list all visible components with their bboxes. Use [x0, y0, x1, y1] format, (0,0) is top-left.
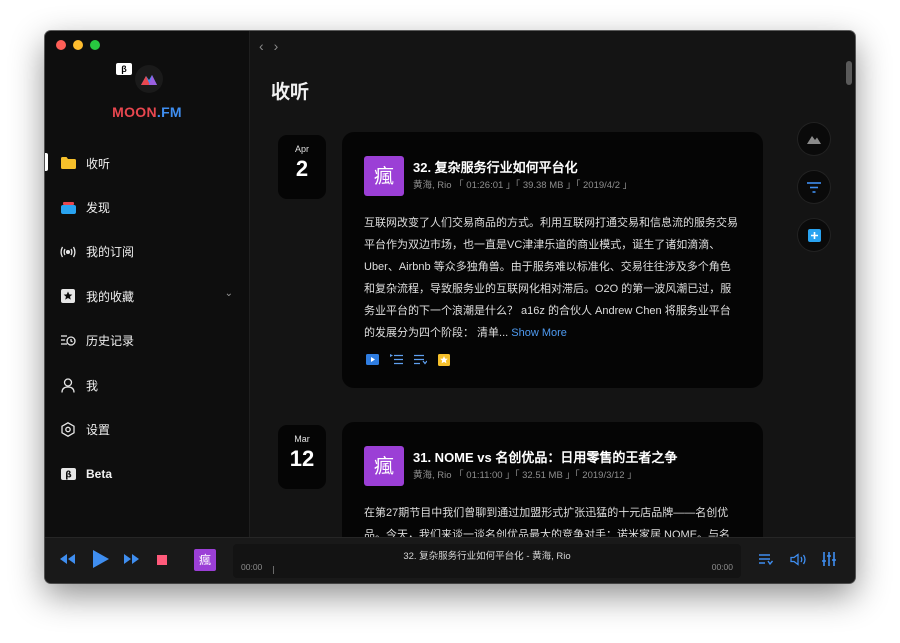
moonfm-logo-icon [135, 65, 163, 93]
now-playing-panel: 32. 复杂服务行业如何平台化 - 黄海, Rio 00:00 00:00 [233, 544, 741, 578]
discover-icon [59, 199, 77, 217]
sidebar-item-settings[interactable]: 设置 [45, 407, 249, 451]
star-icon [59, 287, 77, 305]
main-content: ‹ › 收听 Apr 2 瘋 32. 复杂服务行业如何平台化 黄海, Rio 「… [250, 31, 855, 537]
fast-forward-icon [124, 554, 139, 564]
sidebar-item-label: 设置 [86, 423, 111, 438]
app-logo-text: MOON.FM [45, 104, 249, 120]
current-time: 00:00 [241, 562, 263, 572]
sidebar-item-label: Beta [86, 466, 113, 481]
sidebar: β MOON.FM 收听 发现 我的订阅 我的收藏 ⌄ 历史记录 我 设置 β … [45, 31, 250, 537]
mountain-icon [807, 136, 821, 144]
broadcast-icon [59, 243, 77, 261]
sidebar-item-me[interactable]: 我 [45, 363, 249, 407]
date-month: Mar [294, 434, 310, 444]
sidebar-item-label: 我的订阅 [86, 245, 135, 260]
add-icon [807, 228, 821, 242]
forward-arrow-icon[interactable]: › [274, 38, 279, 54]
sidebar-item-subscriptions[interactable]: 我的订阅 [45, 230, 249, 274]
sidebar-item-label: 我 [86, 378, 99, 393]
history-nav: ‹ › [259, 38, 278, 54]
player-bar: 瘋 32. 复杂服务行业如何平台化 - 黄海, Rio 00:00 00:00 [45, 537, 855, 583]
window-controls [56, 40, 100, 50]
mountain-icon-button[interactable] [798, 123, 830, 155]
date-month: Apr [294, 144, 309, 154]
logo-moon: MOON [112, 104, 157, 120]
episode-meta: 黄海, Rio 「 01:26:01 」「 39.38 MB 」「 2019/4… [413, 180, 633, 191]
beta-icon: β [59, 465, 77, 483]
sidebar-nav: 收听 发现 我的订阅 我的收藏 ⌄ 历史记录 我 设置 β Beta [45, 141, 249, 496]
svg-text:β: β [65, 470, 72, 480]
chevron-down-icon[interactable]: ⌄ [225, 288, 233, 299]
history-icon [59, 332, 77, 350]
user-icon [59, 376, 77, 394]
show-more-link[interactable]: Show More [511, 327, 567, 339]
now-playing-cover[interactable]: 瘋 [194, 549, 216, 571]
minimize-window-button[interactable] [73, 40, 83, 50]
episode-actions [366, 354, 451, 366]
episode-title[interactable]: 31. NOME vs 名创优品：日用零售的王者之争 [413, 447, 677, 466]
volume-button[interactable] [790, 553, 807, 566]
equalizer-button[interactable] [822, 552, 836, 566]
play-icon [93, 550, 109, 568]
play-icon[interactable] [366, 354, 379, 365]
page-title: 收听 [271, 82, 310, 103]
playlist-button[interactable] [759, 554, 773, 566]
rewind-button[interactable] [60, 554, 75, 564]
scrollbar[interactable] [846, 61, 852, 85]
progress-slider[interactable] [273, 566, 274, 574]
add-button[interactable] [798, 219, 830, 251]
settings-icon [59, 421, 77, 439]
queue-icon[interactable] [414, 354, 427, 365]
episode-date-badge: Apr 2 [278, 135, 326, 199]
favorite-star-icon[interactable] [438, 354, 451, 366]
episode-date-badge: Mar 12 [278, 425, 326, 489]
folder-icon [59, 154, 77, 172]
stop-icon [157, 555, 167, 565]
stop-button[interactable] [157, 555, 167, 565]
sidebar-item-history[interactable]: 历史记录 [45, 319, 249, 363]
rewind-icon [60, 554, 75, 564]
date-day: 2 [295, 156, 309, 181]
fast-forward-button[interactable] [124, 554, 139, 564]
episode-cover[interactable]: 瘋 [364, 446, 404, 486]
sidebar-item-label: 发现 [86, 201, 111, 216]
episode-description: 在第27期节目中我们曾聊到通过加盟形式扩张迅猛的十元店品牌——名创优品。今天，我… [364, 507, 731, 537]
equalizer-icon [822, 552, 836, 566]
episode-card[interactable]: 瘋 31. NOME vs 名创优品：日用零售的王者之争 黄海, Rio 「 0… [342, 422, 763, 537]
date-day: 12 [289, 446, 315, 471]
volume-icon [790, 553, 806, 566]
sidebar-item-listen[interactable]: 收听 [45, 141, 249, 185]
play-button[interactable] [93, 550, 109, 568]
sidebar-item-label: 我的收藏 [86, 289, 135, 304]
episode-description-text: 互联网改变了人们交易商品的方式。利用互联网打通交易和信息流的服务交易平台作为双边… [364, 217, 738, 339]
sidebar-item-beta[interactable]: β Beta [45, 452, 249, 496]
sidebar-item-label: 历史记录 [86, 334, 135, 349]
episode-cover[interactable]: 瘋 [364, 156, 404, 196]
filter-button[interactable] [798, 171, 830, 203]
close-window-button[interactable] [56, 40, 66, 50]
episode-card[interactable]: 瘋 32. 复杂服务行业如何平台化 黄海, Rio 「 01:26:01 」「 … [342, 132, 763, 388]
back-arrow-icon[interactable]: ‹ [259, 38, 264, 54]
playlist-icon [759, 554, 773, 566]
sidebar-item-label: 收听 [86, 156, 111, 171]
sidebar-item-discover[interactable]: 发现 [45, 185, 249, 229]
now-playing-title: 32. 复杂服务行业如何平台化 - 黄海, Rio [403, 551, 571, 562]
app-window: β MOON.FM 收听 发现 我的订阅 我的收藏 ⌄ 历史记录 我 设置 β … [45, 31, 855, 583]
episode-title[interactable]: 32. 复杂服务行业如何平台化 [413, 157, 578, 176]
total-time: 00:00 [711, 562, 733, 572]
episode-meta: 黄海, Rio 「 01:11:00 」「 32.51 MB 」「 2019/3… [413, 470, 637, 481]
sidebar-item-favorites[interactable]: 我的收藏 ⌄ [45, 274, 249, 318]
logo-fm: .FM [156, 104, 182, 120]
add-to-playlist-icon[interactable] [390, 354, 403, 365]
episode-description: 互联网改变了人们交易商品的方式。利用互联网打通交易和信息流的服务交易平台作为双边… [364, 212, 740, 344]
filter-icon [807, 181, 821, 193]
zoom-window-button[interactable] [90, 40, 100, 50]
beta-badge: β [116, 63, 132, 75]
